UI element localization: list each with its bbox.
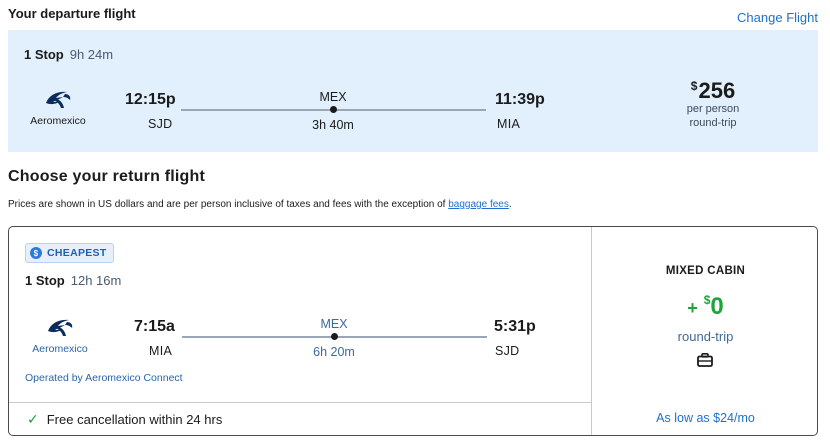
fare-round-trip: round-trip bbox=[677, 329, 734, 344]
leg-duration: 3h 40m bbox=[312, 118, 354, 132]
return-stops-info: 1 Stop 12h 16m bbox=[25, 273, 121, 288]
price-amount: 256 bbox=[698, 78, 736, 103]
departure-flight-card[interactable]: 1 Stop 9h 24m Aeromexico 12:15p SJD MEX 3… bbox=[8, 30, 818, 152]
plus-sign: + bbox=[687, 298, 698, 318]
airline-name: Aeromexico bbox=[32, 343, 88, 355]
change-flight-link[interactable]: Change Flight bbox=[737, 10, 818, 25]
route-line bbox=[182, 333, 487, 340]
departure-stops-info: 1 Stop 9h 24m bbox=[24, 47, 113, 62]
route-line bbox=[181, 106, 486, 113]
airline-name: Aeromexico bbox=[30, 115, 86, 127]
dollar-badge-icon: $ bbox=[30, 247, 42, 259]
disclaimer-end: . bbox=[508, 199, 512, 210]
stops-count: 1 Stop bbox=[25, 273, 65, 288]
arrival-airport-code: SJD bbox=[495, 344, 520, 358]
aeromexico-logo-icon bbox=[48, 319, 73, 336]
return-heading: Choose your return flight bbox=[8, 168, 205, 185]
departure-airport-code: SJD bbox=[148, 117, 173, 131]
return-flight-card[interactable]: $ CHEAPEST 1 Stop 12h 16m Aeromexico 7:15… bbox=[8, 226, 818, 436]
price-disclaimer: Prices are shown in US dollars and are p… bbox=[8, 199, 512, 210]
aeromexico-logo-icon bbox=[46, 91, 71, 108]
stops-count: 1 Stop bbox=[24, 47, 64, 62]
departure-airport-code: MIA bbox=[149, 344, 173, 358]
leg-duration: 6h 20m bbox=[313, 345, 355, 359]
free-cancellation: ✓ Free cancellation within 24 hrs bbox=[27, 411, 222, 428]
disclaimer-text: Prices are shown in US dollars and are p… bbox=[8, 199, 449, 210]
checkmark-icon: ✓ bbox=[27, 411, 39, 427]
airline-block: Aeromexico bbox=[20, 317, 100, 355]
arrival-airport-code: MIA bbox=[497, 117, 521, 131]
total-duration: 12h 16m bbox=[70, 273, 122, 288]
price-block: $256 per person round-trip bbox=[658, 80, 768, 130]
badge-label: CHEAPEST bbox=[47, 247, 107, 259]
price-per-person: per person bbox=[686, 103, 740, 115]
departure-heading: Your departure flight bbox=[8, 6, 136, 21]
cancellation-footer: ✓ Free cancellation within 24 hrs bbox=[9, 402, 591, 435]
carry-on-bag-icon bbox=[697, 353, 713, 372]
return-flight-details: $ CHEAPEST 1 Stop 12h 16m Aeromexico 7:15… bbox=[9, 227, 591, 435]
financing-link[interactable]: As low as $24/mo bbox=[592, 411, 817, 425]
arrival-time: 5:31p bbox=[494, 318, 536, 335]
arrival-time: 11:39p bbox=[495, 91, 545, 108]
baggage-fees-link[interactable]: baggage fees bbox=[448, 199, 509, 210]
fare-option[interactable]: MIXED CABIN + $0 round-trip As low as $24… bbox=[591, 227, 817, 435]
price-round-trip: round-trip bbox=[689, 117, 737, 129]
departure-time: 12:15p bbox=[125, 91, 176, 108]
stop-airport-code: MEX bbox=[319, 90, 347, 104]
total-duration: 9h 24m bbox=[69, 47, 114, 62]
stop-dot bbox=[330, 106, 337, 113]
free-cancellation-label: Free cancellation within 24 hrs bbox=[46, 412, 223, 427]
price: $256 bbox=[658, 80, 768, 102]
additional-price: + $0 bbox=[592, 293, 817, 321]
stop-airport-code: MEX bbox=[320, 317, 348, 331]
add-amount: 0 bbox=[710, 293, 724, 320]
stop-dot bbox=[331, 333, 338, 340]
cheapest-badge: $ CHEAPEST bbox=[25, 243, 114, 263]
operated-by: Operated by Aeromexico Connect bbox=[25, 372, 183, 384]
departure-time: 7:15a bbox=[134, 318, 175, 335]
airline-block: Aeromexico bbox=[18, 89, 98, 127]
cabin-type: MIXED CABIN bbox=[665, 265, 746, 277]
price-currency: $ bbox=[690, 79, 698, 93]
